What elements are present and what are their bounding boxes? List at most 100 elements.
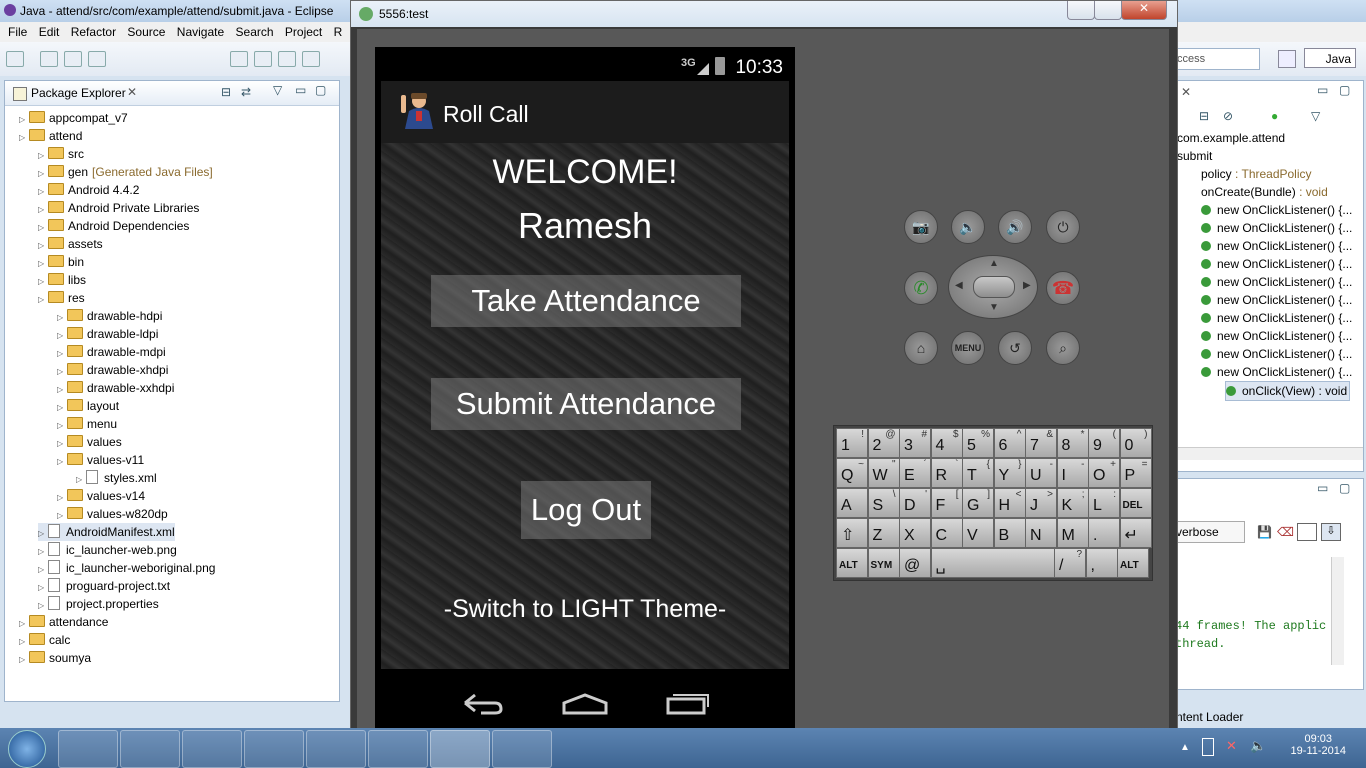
key[interactable]: N: [1025, 518, 1057, 548]
scroll-lock-icon[interactable]: ⇩: [1321, 523, 1341, 541]
outline-field[interactable]: policy : ThreadPolicy: [1201, 165, 1312, 183]
outline-listener[interactable]: new OnClickListener() {...: [1201, 273, 1352, 291]
key[interactable]: L:: [1088, 488, 1120, 518]
outline-listener[interactable]: new OnClickListener() {...: [1201, 237, 1352, 255]
dpad-left-icon[interactable]: ◀: [955, 280, 963, 291]
maximize-icon[interactable]: ▢: [1339, 481, 1350, 495]
key[interactable]: C: [930, 518, 963, 548]
key[interactable]: I-: [1056, 458, 1089, 488]
json-taskbar-icon[interactable]: [368, 730, 428, 768]
key[interactable]: G]: [962, 488, 994, 518]
outline-listener[interactable]: new OnClickListener() {...: [1201, 363, 1352, 381]
maximize-icon[interactable]: ▢: [1339, 83, 1350, 97]
key[interactable]: E ´: [899, 458, 931, 488]
outline-listener[interactable]: new OnClickListener() {...: [1201, 309, 1352, 327]
outline-listener[interactable]: new OnClickListener() {...: [1201, 255, 1352, 273]
close-icon[interactable]: ✕: [127, 85, 137, 99]
key[interactable]: 6 ^: [993, 428, 1026, 458]
collapse-all-icon[interactable]: ⊟: [1199, 109, 1209, 123]
key[interactable]: 1!: [836, 428, 868, 458]
key[interactable]: Q ~: [836, 458, 868, 488]
close-icon[interactable]: ✕: [1181, 85, 1191, 99]
outline-listener[interactable]: new OnClickListener() {...: [1201, 327, 1352, 345]
key[interactable]: K;: [1056, 488, 1089, 518]
outline-package[interactable]: com.example.attend: [1177, 129, 1285, 147]
minimize-icon[interactable]: ▭: [1317, 83, 1328, 97]
expand-icon[interactable]: ▷: [19, 129, 29, 147]
tree-item[interactable]: ▷ proguard-project.txt: [38, 577, 170, 595]
key[interactable]: W ": [867, 458, 900, 488]
key[interactable]: A: [836, 488, 868, 518]
open-perspective-icon[interactable]: [1278, 50, 1296, 68]
key[interactable]: 9(: [1088, 428, 1120, 458]
key[interactable]: 4 $: [930, 428, 963, 458]
package-explorer-tab[interactable]: Package Explorer ✕ ⊟ ⇄ ▽ ▭ ▢: [5, 81, 339, 106]
dpad-up-icon[interactable]: ▲: [989, 258, 999, 269]
paint-taskbar-icon[interactable]: [492, 730, 552, 768]
tree-item[interactable]: ▷ project.properties: [38, 595, 159, 613]
key[interactable]: 0): [1119, 428, 1152, 458]
save-icon[interactable]: 💾: [1257, 525, 1272, 539]
key[interactable]: U-: [1025, 458, 1057, 488]
ie-taskbar-icon[interactable]: [182, 730, 242, 768]
key[interactable]: ALT: [836, 548, 868, 578]
outline-listener[interactable]: new OnClickListener() {...: [1201, 201, 1352, 219]
tree-item[interactable]: ▷ drawable-mdpi: [57, 343, 166, 361]
key[interactable]: F[: [930, 488, 963, 518]
log-level-select[interactable]: verbose: [1173, 521, 1245, 543]
camera-button[interactable]: 📷: [904, 210, 938, 244]
dpad-center-button[interactable]: [973, 276, 1015, 298]
key[interactable]: .: [1088, 518, 1120, 548]
tree-item[interactable]: ▷ assets: [38, 235, 103, 253]
key[interactable]: /?: [1054, 548, 1086, 578]
key[interactable]: B: [993, 518, 1026, 548]
dpad-right-icon[interactable]: ▶: [1023, 280, 1031, 291]
key[interactable]: Y}: [993, 458, 1026, 488]
minimize-icon[interactable]: ▭: [295, 83, 306, 97]
key[interactable]: SYM: [867, 548, 900, 578]
tree-item[interactable]: ▷ values: [57, 433, 122, 451]
key[interactable]: Z: [867, 518, 900, 548]
system-clock[interactable]: 09:03 19-11-2014: [1291, 733, 1346, 757]
chrome-taskbar-icon[interactable]: [306, 730, 366, 768]
key[interactable]: 2 @: [867, 428, 900, 458]
link-editor-icon[interactable]: ⇄: [241, 85, 251, 99]
key[interactable]: 3 #: [899, 428, 931, 458]
key[interactable]: O +: [1088, 458, 1120, 488]
key[interactable]: ALT: [1117, 548, 1149, 578]
volume-down-button[interactable]: 🔈: [951, 210, 985, 244]
tree-item[interactable]: ▷ drawable-hdpi: [57, 307, 162, 325]
print-icon[interactable]: [88, 51, 106, 67]
back-button[interactable]: ↺: [998, 331, 1032, 365]
tree-item[interactable]: ▷ res: [38, 289, 85, 307]
back-icon[interactable]: [459, 691, 505, 715]
key[interactable]: P =: [1119, 458, 1152, 488]
volume-up-button[interactable]: 🔊: [998, 210, 1032, 244]
tree-item[interactable]: ▷ drawable-ldpi: [57, 325, 158, 343]
expand-icon[interactable]: ▷: [38, 291, 48, 309]
key[interactable]: J >: [1025, 488, 1057, 518]
menu-refactor[interactable]: Refactor: [71, 22, 116, 42]
key[interactable]: ⇧: [836, 518, 868, 548]
menu-navigate[interactable]: Navigate: [177, 22, 224, 42]
submit-attendance-button[interactable]: Submit Attendance: [431, 378, 741, 430]
call-button[interactable]: ✆: [904, 271, 938, 305]
key[interactable]: ,: [1085, 548, 1118, 578]
view-menu-icon[interactable]: ▽: [273, 83, 282, 97]
key[interactable]: ↵: [1119, 518, 1152, 548]
lint-icon[interactable]: [278, 51, 296, 67]
key[interactable]: V: [962, 518, 994, 548]
tree-item[interactable]: ▷ bin: [38, 253, 84, 271]
outline-onclick[interactable]: onClick(View) : void: [1225, 381, 1351, 401]
key[interactable]: 8 *: [1056, 428, 1089, 458]
toggle-view-icon[interactable]: [1297, 523, 1317, 541]
hide-fields-icon[interactable]: ⊘: [1223, 109, 1233, 123]
key[interactable]: M: [1056, 518, 1089, 548]
show-hidden-icons-icon[interactable]: ▲: [1180, 742, 1190, 753]
tree-item[interactable]: ▷ soumya: [19, 649, 91, 667]
vertical-scrollbar[interactable]: [1331, 557, 1344, 665]
tree-item[interactable]: ▷ ic_launcher-weboriginal.png: [38, 559, 215, 577]
end-call-button[interactable]: ☎: [1046, 271, 1080, 305]
java-perspective-button[interactable]: Java: [1304, 48, 1356, 68]
menu-source[interactable]: Source: [127, 22, 165, 42]
